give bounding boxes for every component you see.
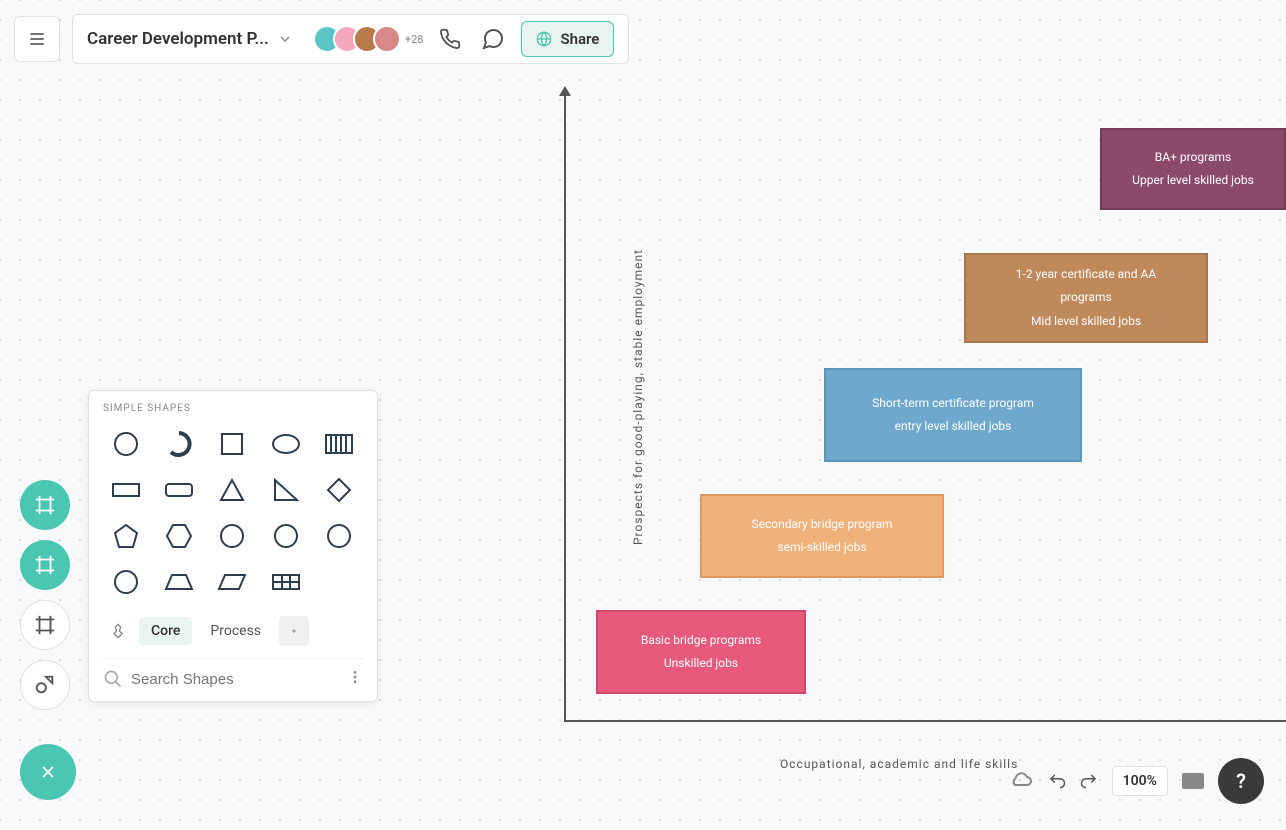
box-line: Unskilled jobs xyxy=(664,654,738,673)
shape-arc[interactable] xyxy=(156,424,202,464)
box-line: Upper level skilled jobs xyxy=(1132,171,1254,190)
box-line: Secondary bridge program xyxy=(751,515,892,534)
tab-process[interactable]: Process xyxy=(198,617,273,645)
shape-triangle[interactable] xyxy=(209,470,255,510)
cloud-icon xyxy=(1008,771,1034,791)
shape-tabs: Core Process xyxy=(103,616,363,646)
search-input[interactable] xyxy=(131,671,339,688)
box-line: programs xyxy=(1060,288,1111,307)
avatar-count: +28 xyxy=(405,33,424,46)
shape-rectangle[interactable] xyxy=(103,470,149,510)
left-toolbar xyxy=(20,480,70,710)
shape-parallelogram[interactable] xyxy=(209,562,255,602)
shape-diamond[interactable] xyxy=(316,470,362,510)
shape-panel: SIMPLE SHAPES Core Process xyxy=(88,390,378,702)
hamburger-menu-button[interactable] xyxy=(14,16,60,62)
shape-trapezoid[interactable] xyxy=(156,562,202,602)
diagram-box-cert[interactable]: 1-2 year certificate and AA programs Mid… xyxy=(964,253,1208,343)
grid-icon xyxy=(34,614,56,636)
globe-icon xyxy=(536,31,552,47)
diagram-box-secondary[interactable]: Secondary bridge program semi-skilled jo… xyxy=(700,494,944,578)
more-button[interactable] xyxy=(347,669,363,689)
x-axis-label: Occupational, academic and life skills xyxy=(780,757,1018,771)
frame-tool-button-2[interactable] xyxy=(20,540,70,590)
x-axis xyxy=(566,720,1286,722)
shape-circle-2[interactable] xyxy=(103,562,149,602)
doc-title-text: Career Development P... xyxy=(87,29,269,49)
shape-ellipse[interactable] xyxy=(263,424,309,464)
cloud-sync-button[interactable] xyxy=(1008,771,1034,791)
frame-tool-button[interactable] xyxy=(20,480,70,530)
doc-title-dropdown[interactable]: Career Development P... xyxy=(87,29,301,49)
box-line: Short-term certificate program xyxy=(872,394,1034,413)
frame-icon xyxy=(34,494,56,516)
bottom-bar: 100% ? xyxy=(1008,758,1264,804)
box-line: Basic bridge programs xyxy=(641,631,761,650)
redo-icon xyxy=(1080,772,1098,790)
plus-icon xyxy=(291,624,297,638)
diagram-box-ba[interactable]: BA+ programs Upper level skilled jobs xyxy=(1100,128,1286,210)
header-card: Career Development P... +28 Share xyxy=(72,14,629,64)
diagram-box-basic[interactable]: Basic bridge programs Unskilled jobs xyxy=(596,610,806,694)
shape-nonagon[interactable] xyxy=(316,516,362,556)
help-button[interactable]: ? xyxy=(1218,758,1264,804)
pin-icon xyxy=(110,623,126,639)
shapes-icon xyxy=(34,674,56,696)
redo-button[interactable] xyxy=(1080,772,1098,790)
undo-icon xyxy=(1048,772,1066,790)
shape-panel-title: SIMPLE SHAPES xyxy=(103,403,363,414)
shapes-tool-button[interactable] xyxy=(20,660,70,710)
comment-icon xyxy=(481,27,505,51)
shape-octagon[interactable] xyxy=(263,516,309,556)
call-button[interactable] xyxy=(435,24,465,54)
avatar xyxy=(373,25,401,53)
shape-rounded-rect[interactable] xyxy=(156,470,202,510)
search-icon xyxy=(103,669,123,689)
dots-vertical-icon xyxy=(347,669,363,685)
collaborator-avatars[interactable]: +28 xyxy=(313,25,424,53)
close-panel-fab[interactable] xyxy=(20,744,76,800)
shape-barcode[interactable] xyxy=(316,424,362,464)
box-line: entry level skilled jobs xyxy=(895,417,1012,436)
chevron-down-icon xyxy=(279,33,291,45)
comment-button[interactable] xyxy=(477,23,509,55)
shape-right-triangle[interactable] xyxy=(263,470,309,510)
close-icon xyxy=(38,762,58,782)
shape-circle[interactable] xyxy=(103,424,149,464)
y-axis xyxy=(564,88,566,722)
undo-button[interactable] xyxy=(1048,772,1066,790)
zoom-level[interactable]: 100% xyxy=(1112,766,1168,796)
shape-hexagon[interactable] xyxy=(156,516,202,556)
shape-pentagon[interactable] xyxy=(103,516,149,556)
share-button[interactable]: Share xyxy=(521,21,614,57)
pin-button[interactable] xyxy=(103,616,133,646)
grid-tool-button[interactable] xyxy=(20,600,70,650)
hamburger-icon xyxy=(27,29,47,49)
top-bar: Career Development P... +28 Share xyxy=(14,14,629,64)
minimap-button[interactable] xyxy=(1182,773,1204,789)
shape-search-row xyxy=(103,658,363,689)
y-axis-label: Prospects for good-playing, stable emplo… xyxy=(631,249,645,545)
frame-icon xyxy=(34,554,56,576)
box-line: 1-2 year certificate and AA xyxy=(1016,265,1156,284)
box-line: Mid level skilled jobs xyxy=(1031,312,1141,331)
help-label: ? xyxy=(1236,769,1246,793)
shape-heptagon[interactable] xyxy=(209,516,255,556)
shape-grid-table[interactable] xyxy=(263,562,309,602)
box-line: semi-skilled jobs xyxy=(777,538,866,557)
minimap-icon xyxy=(1182,773,1204,789)
phone-icon xyxy=(439,28,461,50)
tab-add[interactable] xyxy=(279,616,309,646)
shape-square[interactable] xyxy=(209,424,255,464)
diagram-box-shortterm[interactable]: Short-term certificate program entry lev… xyxy=(824,368,1082,462)
share-label: Share xyxy=(560,30,599,48)
shape-grid xyxy=(103,424,363,602)
box-line: BA+ programs xyxy=(1155,148,1231,167)
tab-core[interactable]: Core xyxy=(139,617,192,645)
